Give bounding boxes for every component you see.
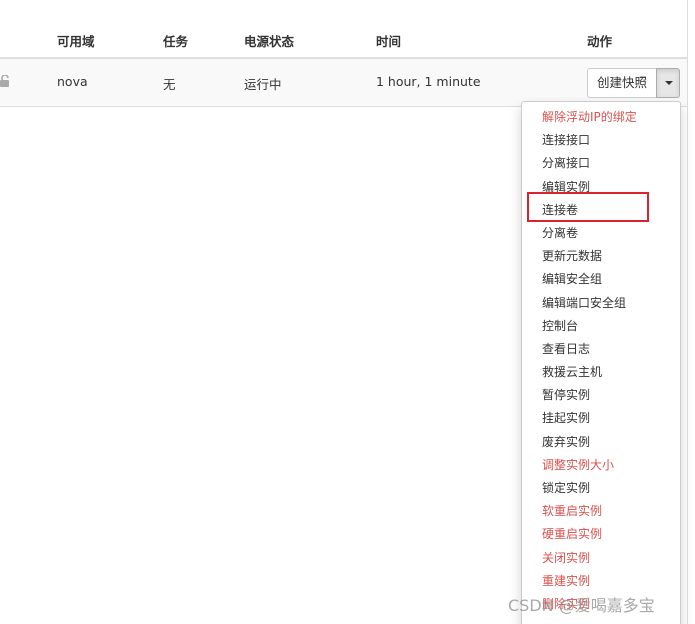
menu-item[interactable]: 废弃实例 <box>522 431 680 454</box>
menu-item[interactable]: 暂停实例 <box>522 384 680 407</box>
cell-power-state: 运行中 <box>244 77 282 92</box>
header-actions: 动作 <box>587 34 613 49</box>
actions-dropdown-menu: 解除浮动IP的绑定 连接接口 分离接口 编辑实例 连接卷 分离卷 更新元数据 编辑安全组 编辑端… <box>521 101 681 624</box>
menu-item[interactable]: 控制台 <box>522 315 680 338</box>
table-header: 可用域 任务 电源状态 时间 动作 <box>0 0 687 59</box>
cell-availability-zone: nova <box>57 74 88 89</box>
menu-item[interactable]: 软重启实例 <box>522 500 680 523</box>
menu-item[interactable]: 锁定实例 <box>522 477 680 500</box>
instances-table-view: 可用域 任务 电源状态 时间 动作 nova 无 运行中 1 hour, 1 m… <box>0 0 695 624</box>
header-time[interactable]: 时间 <box>376 31 401 50</box>
header-power-state[interactable]: 电源状态 <box>244 31 294 50</box>
caret-down-icon <box>665 81 673 85</box>
watermark: CSDN @爱喝嘉多宝 <box>508 596 655 615</box>
cell-task: 无 <box>163 77 176 92</box>
menu-item[interactable]: 分离卷 <box>522 222 680 245</box>
unlock-icon <box>0 74 10 87</box>
table-row: nova 无 运行中 1 hour, 1 minute <box>0 59 687 107</box>
menu-item[interactable]: 更新元数据 <box>522 245 680 268</box>
actions-dropdown-toggle[interactable] <box>656 68 680 98</box>
menu-item[interactable]: 连接接口 <box>522 129 680 152</box>
page-border <box>687 0 688 624</box>
menu-item[interactable]: 挂起实例 <box>522 407 680 430</box>
cell-time: 1 hour, 1 minute <box>376 74 481 89</box>
menu-item[interactable]: 救援云主机 <box>522 361 680 384</box>
menu-item[interactable]: 硬重启实例 <box>522 523 680 546</box>
header-availability-zone[interactable]: 可用域 <box>57 31 95 50</box>
menu-item[interactable]: 查看日志 <box>522 338 680 361</box>
menu-item[interactable]: 重建实例 <box>522 570 680 593</box>
menu-item[interactable]: 关闭实例 <box>522 547 680 570</box>
highlight-annotation <box>527 192 649 222</box>
menu-item[interactable]: 分离接口 <box>522 152 680 175</box>
menu-item[interactable]: 解除浮动IP的绑定 <box>522 106 680 129</box>
menu-item[interactable]: 编辑安全组 <box>522 268 680 291</box>
menu-item[interactable]: 编辑端口安全组 <box>522 292 680 315</box>
create-snapshot-button[interactable]: 创建快照 <box>587 68 657 98</box>
menu-item[interactable]: 调整实例大小 <box>522 454 680 477</box>
header-task[interactable]: 任务 <box>163 31 188 50</box>
